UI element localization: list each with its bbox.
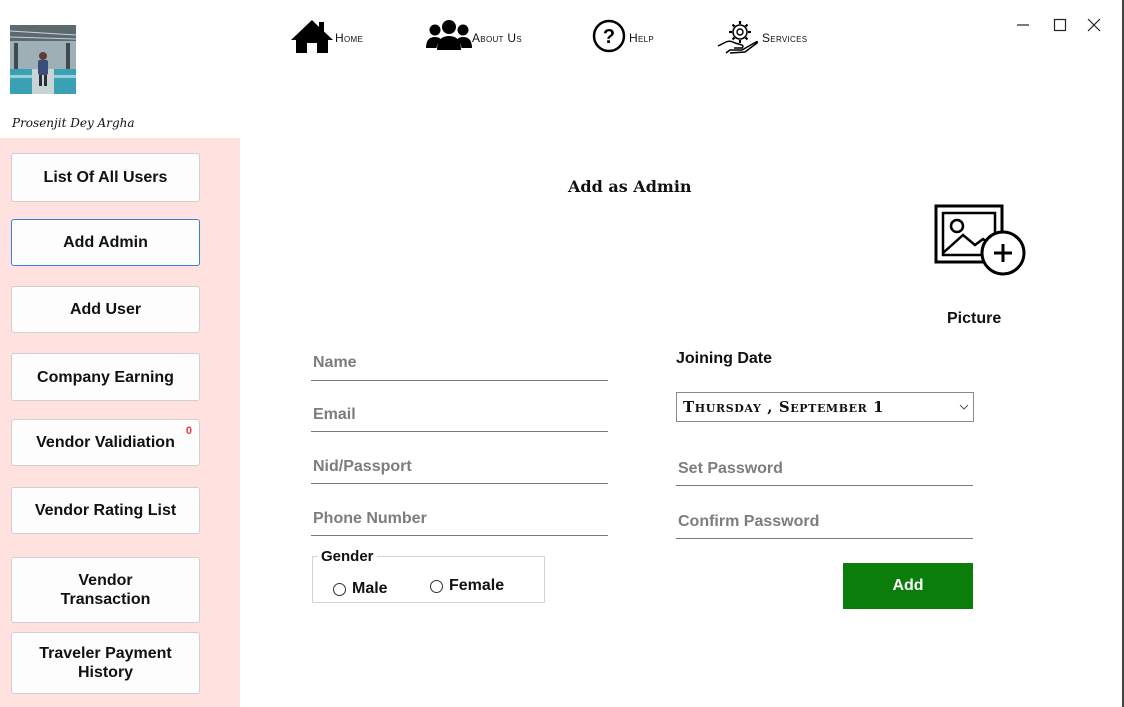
email-field[interactable] xyxy=(311,403,608,432)
sidebar-item-label: Vendor Transaction xyxy=(60,572,151,608)
confirm-password-field[interactable] xyxy=(676,510,973,539)
sidebar-item-label: Company Earning xyxy=(37,368,174,386)
sidebar-item-label: Traveler Payment History xyxy=(39,645,172,681)
sidebar-item-add-user[interactable]: Add User xyxy=(11,286,200,333)
radio-circle-icon xyxy=(333,582,346,596)
avatar xyxy=(10,25,76,94)
sidebar-item-add-admin[interactable]: Add Admin xyxy=(11,219,200,266)
users-icon xyxy=(426,18,472,59)
sidebar: List Of All Users Add Admin Add User Com… xyxy=(0,138,240,707)
add-button[interactable]: Add xyxy=(843,563,973,609)
sidebar-item-list-of-all-users[interactable]: List Of All Users xyxy=(11,153,200,202)
help-icon: ? xyxy=(591,18,629,59)
joining-date-label: Joining Date xyxy=(676,350,773,367)
nav-home-label: Home xyxy=(335,31,364,45)
nav-services[interactable]: Services xyxy=(716,20,807,56)
profile-name: Prosenjit Dey Argha xyxy=(12,116,135,130)
app-window: Prosenjit Dey Argha Home About Us ? Help… xyxy=(0,0,1124,707)
gender-female-label: Female xyxy=(449,577,505,594)
picture-label: Picture xyxy=(947,310,1002,327)
maximize-icon[interactable] xyxy=(1049,14,1071,36)
nav-home[interactable]: Home xyxy=(289,18,364,59)
add-picture-button[interactable] xyxy=(933,203,1029,279)
notification-badge: 0 xyxy=(185,425,192,437)
page-title: Add as Admin xyxy=(568,177,692,196)
set-password-field[interactable] xyxy=(676,457,973,486)
close-icon[interactable] xyxy=(1083,14,1105,36)
sidebar-item-company-earning[interactable]: Company Earning xyxy=(11,353,200,401)
chevron-down-icon[interactable] xyxy=(955,404,973,410)
nav-services-label: Services xyxy=(762,31,808,45)
nav-about-us-label: About Us xyxy=(472,31,522,45)
svg-text:?: ? xyxy=(603,26,615,48)
gender-label: Gender xyxy=(318,548,377,565)
sidebar-item-traveler-payment-history[interactable]: Traveler Payment History xyxy=(11,632,200,694)
phone-number-field[interactable] xyxy=(311,507,608,536)
sidebar-item-label: Vendor Rating List xyxy=(34,502,177,519)
nav-about-us[interactable]: About Us xyxy=(426,18,522,59)
home-icon xyxy=(289,18,335,59)
sidebar-item-label: List Of All Users xyxy=(43,169,168,186)
radio-circle-icon xyxy=(430,579,443,593)
name-field[interactable] xyxy=(311,350,608,381)
gender-male-label: Male xyxy=(352,580,388,597)
gender-female-radio[interactable]: Female xyxy=(430,577,504,595)
minimize-icon[interactable] xyxy=(1012,14,1034,36)
sidebar-item-label: Vendor Validiation xyxy=(36,434,175,451)
sidebar-item-vendor-transaction[interactable]: Vendor Transaction xyxy=(11,557,200,623)
sidebar-item-label: Add User xyxy=(69,301,142,318)
sidebar-item-label: Add Admin xyxy=(63,234,148,251)
add-image-icon xyxy=(933,204,1029,283)
joining-date-picker[interactable]: Thursday , September 1 xyxy=(676,392,974,422)
nid-passport-field[interactable] xyxy=(311,455,608,484)
gender-male-radio[interactable]: Male xyxy=(333,580,388,598)
services-icon xyxy=(716,18,762,59)
nav-help-label: Help xyxy=(629,31,654,45)
sidebar-item-vendor-validiation[interactable]: Vendor Validiation 0 xyxy=(11,419,200,466)
nav-help[interactable]: ? Help xyxy=(591,18,654,59)
joining-date-value: Thursday , September 1 xyxy=(683,398,885,416)
sidebar-item-vendor-rating-list[interactable]: Vendor Rating List xyxy=(11,487,200,534)
